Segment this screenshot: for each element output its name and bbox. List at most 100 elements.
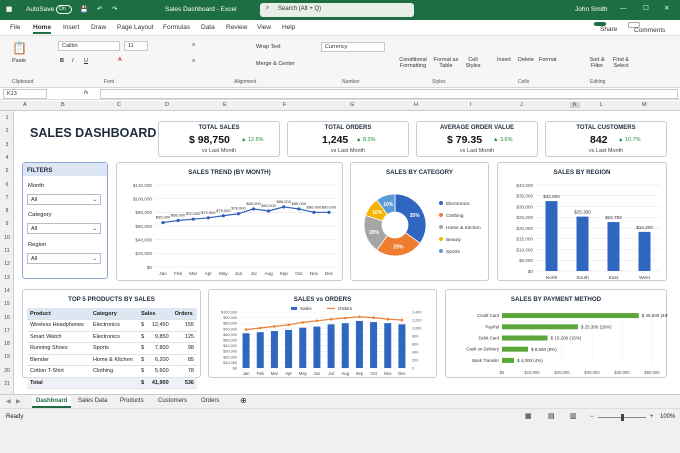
table-row[interactable]: Smart Watch Electronics $9,850 125 bbox=[27, 331, 197, 343]
row-header[interactable]: 11 bbox=[0, 248, 14, 254]
row-header[interactable]: 16 bbox=[0, 315, 14, 321]
region-filter-select[interactable]: All ⌄ bbox=[27, 253, 101, 264]
row-header[interactable]: 21 bbox=[0, 381, 14, 387]
font-color-icon[interactable]: A bbox=[118, 57, 122, 63]
minimize-icon[interactable]: — bbox=[620, 5, 627, 12]
share-button[interactable]: Share bbox=[594, 22, 617, 33]
column-header-selected[interactable]: K bbox=[570, 102, 580, 108]
row-header[interactable]: 8 bbox=[0, 208, 14, 214]
italic-icon[interactable]: I bbox=[72, 58, 74, 64]
tab-help[interactable]: Help bbox=[282, 24, 295, 31]
conditional-formatting-button[interactable]: Conditional Formatting bbox=[396, 57, 430, 69]
row-header[interactable]: 20 bbox=[0, 368, 14, 374]
table-row[interactable]: Wireless Headphones Electronics $12,450 155 bbox=[27, 319, 197, 332]
column-header[interactable]: A bbox=[23, 102, 27, 108]
row-header[interactable]: 7 bbox=[0, 195, 14, 201]
redo-icon[interactable]: ↷ bbox=[112, 5, 117, 13]
tab-file[interactable]: File bbox=[10, 24, 20, 31]
column-header[interactable]: G bbox=[350, 102, 354, 108]
column-header[interactable]: L bbox=[600, 102, 603, 108]
zoom-out-icon[interactable]: − bbox=[590, 414, 594, 420]
name-box[interactable]: K13 bbox=[3, 89, 47, 99]
row-header[interactable]: 5 bbox=[0, 168, 14, 174]
category-filter-select[interactable]: All ⌄ bbox=[27, 223, 101, 234]
column-header[interactable]: F bbox=[283, 102, 286, 108]
save-icon[interactable]: 💾 bbox=[80, 5, 88, 13]
formula-input[interactable] bbox=[100, 89, 678, 99]
zoom-slider-handle[interactable] bbox=[621, 414, 624, 421]
row-header[interactable]: 13 bbox=[0, 275, 14, 281]
add-sheet-icon[interactable]: ⊕ bbox=[240, 396, 247, 405]
font-size-select[interactable]: 11 bbox=[124, 41, 148, 51]
insert-cells-button[interactable]: Insert bbox=[497, 57, 511, 63]
page-layout-view-icon[interactable]: ▤ bbox=[548, 412, 555, 420]
normal-view-icon[interactable]: ▦ bbox=[525, 412, 532, 420]
close-icon[interactable]: ✕ bbox=[664, 4, 669, 12]
row-header[interactable]: 19 bbox=[0, 354, 14, 360]
row-header[interactable]: 1 bbox=[0, 115, 14, 121]
tab-formulas[interactable]: Formulas bbox=[163, 24, 190, 31]
paste-button[interactable]: Paste bbox=[12, 58, 26, 64]
sheet-tab-customers[interactable]: Customers bbox=[158, 398, 187, 404]
wrap-text-button[interactable]: Wrap Text bbox=[256, 44, 281, 50]
row-header[interactable]: 12 bbox=[0, 261, 14, 267]
page-break-view-icon[interactable]: ▥ bbox=[570, 412, 577, 420]
format-as-table-button[interactable]: Format as Table bbox=[432, 57, 460, 69]
tab-draw[interactable]: Draw bbox=[91, 24, 106, 31]
row-header[interactable]: 3 bbox=[0, 142, 14, 148]
align-left-icon[interactable]: ≡ bbox=[192, 58, 195, 64]
align-top-icon[interactable]: ≡ bbox=[192, 42, 195, 48]
tab-review[interactable]: Review bbox=[226, 24, 247, 31]
number-format-select[interactable]: Currency bbox=[321, 42, 385, 52]
paste-icon[interactable]: 📋 bbox=[12, 41, 27, 55]
comments-button[interactable]: Comments bbox=[628, 22, 665, 34]
tab-home[interactable]: Home bbox=[33, 24, 52, 34]
sheet-tab-orders[interactable]: Orders bbox=[201, 398, 219, 404]
table-row[interactable]: Running Shoes Sports $7,800 98 bbox=[27, 342, 197, 355]
column-header[interactable]: M bbox=[642, 102, 647, 108]
column-header[interactable]: J bbox=[520, 102, 523, 108]
row-header[interactable]: 6 bbox=[0, 182, 14, 188]
user-name[interactable]: John Smith bbox=[575, 6, 608, 13]
sheet-tab-products[interactable]: Products bbox=[120, 398, 144, 404]
table-row[interactable]: Cotton T-Shirt Clothing $5,600 78 bbox=[27, 365, 197, 378]
row-header[interactable]: 2 bbox=[0, 128, 14, 134]
month-filter-select[interactable]: All ⌄ bbox=[27, 194, 101, 205]
merge-center-button[interactable]: Merge & Center bbox=[256, 61, 295, 67]
delete-cells-button[interactable]: Delete bbox=[518, 57, 534, 63]
font-name-select[interactable]: Calibri bbox=[58, 41, 120, 51]
row-header[interactable]: 15 bbox=[0, 301, 14, 307]
column-header[interactable]: B bbox=[61, 102, 65, 108]
row-header[interactable]: 9 bbox=[0, 221, 14, 227]
find-select-button[interactable]: Find & Select bbox=[610, 57, 632, 69]
undo-icon[interactable]: ↶ bbox=[97, 5, 102, 13]
tab-view[interactable]: View bbox=[257, 24, 271, 31]
cell-styles-button[interactable]: Cell Styles bbox=[462, 57, 484, 69]
table-row[interactable]: Blender Home & Kitchen $6,200 85 bbox=[27, 354, 197, 366]
tab-page-layout[interactable]: Page Layout bbox=[117, 24, 154, 31]
sheet-tab-sales-data[interactable]: Sales Data bbox=[78, 398, 107, 404]
format-cells-button[interactable]: Format bbox=[539, 57, 556, 63]
bold-icon[interactable]: B bbox=[60, 58, 64, 64]
column-header[interactable]: H bbox=[414, 102, 418, 108]
column-header[interactable]: D bbox=[165, 102, 169, 108]
autosave-toggle[interactable]: On bbox=[56, 5, 72, 14]
search-box[interactable]: ⌕ Search (Alt + Q) bbox=[260, 3, 414, 17]
row-header[interactable]: 18 bbox=[0, 341, 14, 347]
next-sheet-icon[interactable]: ▶ bbox=[16, 398, 21, 405]
row-header[interactable]: 10 bbox=[0, 235, 14, 241]
sort-filter-button[interactable]: Sort & Filter bbox=[586, 57, 608, 69]
sheet-tab-dashboard[interactable]: Dashboard bbox=[32, 396, 72, 408]
underline-icon[interactable]: U bbox=[84, 58, 88, 64]
fx-icon[interactable]: fx bbox=[84, 90, 88, 96]
zoom-in-icon[interactable]: + bbox=[650, 414, 654, 420]
row-header[interactable]: 14 bbox=[0, 288, 14, 294]
prev-sheet-icon[interactable]: ◀ bbox=[6, 398, 11, 405]
tab-insert[interactable]: Insert bbox=[63, 24, 79, 31]
row-header[interactable]: 17 bbox=[0, 328, 14, 334]
column-header[interactable]: C bbox=[117, 102, 121, 108]
column-header[interactable]: I bbox=[470, 102, 472, 108]
zoom-level[interactable]: 100% bbox=[660, 414, 675, 420]
row-header[interactable]: 4 bbox=[0, 155, 14, 161]
tab-data[interactable]: Data bbox=[201, 24, 215, 31]
